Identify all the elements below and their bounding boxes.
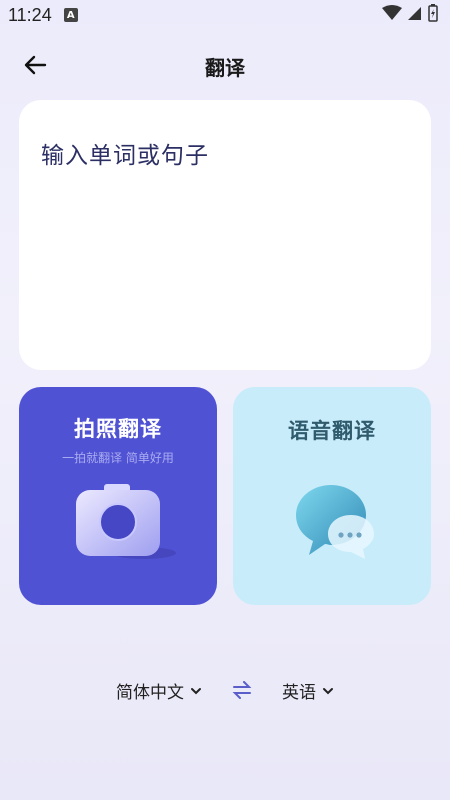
source-language-dropdown[interactable]: 简体中文 [116,678,202,703]
wifi-icon [382,4,402,26]
photo-translate-button[interactable]: 拍照翻译 一拍就翻译 简单好用 [19,387,217,605]
input-placeholder: 输入单词或句子 [41,143,209,169]
voice-translate-title: 语音翻译 [288,419,376,443]
signal-icon [408,5,422,26]
language-selector: 简体中文 英语 [0,672,450,708]
swap-languages-icon[interactable] [232,681,252,699]
chevron-down-icon [322,680,334,700]
header: 翻译 [0,40,450,92]
photo-translate-subtitle: 一拍就翻译 简单好用 [62,451,174,465]
chat-bubble-icon [233,477,431,597]
voice-translate-button[interactable]: 语音翻译 [233,387,431,605]
notification-icon: A [63,8,78,22]
arrow-left-icon [23,55,47,79]
page-title: 翻译 [205,55,245,80]
photo-translate-title: 拍照翻译 [74,417,162,441]
camera-icon [19,477,217,597]
target-language-label: 英语 [282,682,316,703]
status-icons [382,3,438,27]
chevron-down-icon [190,680,202,700]
back-button[interactable] [18,52,52,82]
status-time: 11:24 [8,4,52,25]
source-language-label: 简体中文 [116,682,184,703]
status-bar: 11:24 A [0,0,450,30]
text-input-area[interactable]: 输入单词或句子 [19,100,431,370]
target-language-dropdown[interactable]: 英语 [282,678,334,703]
battery-icon [428,3,438,27]
